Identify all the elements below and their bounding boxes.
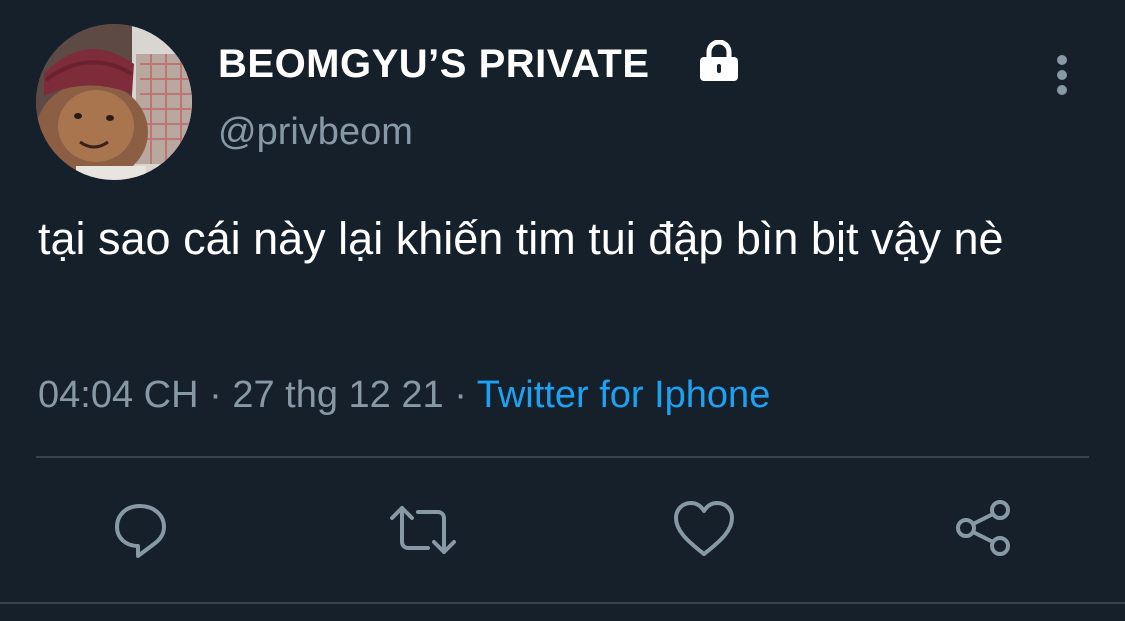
tweet-source-link[interactable]: Twitter for Iphone xyxy=(477,374,771,416)
divider xyxy=(36,456,1089,458)
retweet-icon xyxy=(390,506,456,554)
share-button[interactable] xyxy=(952,498,1016,562)
share-icon xyxy=(956,500,1010,556)
tweet-meta: 04:04 CH · 27 thg 12 21 · Twitter for Ip… xyxy=(38,374,770,417)
retweet-button[interactable] xyxy=(388,498,456,562)
tweet-text: tại sao cái này lại khiến tim tui đập bì… xyxy=(38,213,1004,264)
more-vertical-icon[interactable] xyxy=(1046,52,1078,98)
bottom-divider xyxy=(0,602,1125,604)
tweet-detail: BEOMGYU’S PRIVATE @privbeom tại sao cái … xyxy=(0,0,1125,621)
display-name[interactable]: BEOMGYU’S PRIVATE xyxy=(218,42,650,87)
avatar[interactable] xyxy=(36,24,192,180)
reply-button[interactable] xyxy=(108,498,172,562)
tweet-time: 04:04 CH xyxy=(38,374,199,416)
tweet-date: 27 thg 12 21 xyxy=(232,374,444,416)
like-button[interactable] xyxy=(672,498,736,562)
reply-icon xyxy=(115,504,166,558)
meta-separator: · xyxy=(454,374,467,416)
like-icon xyxy=(674,501,734,556)
handle[interactable]: @privbeom xyxy=(218,111,413,154)
meta-separator: · xyxy=(209,374,222,416)
lock-icon xyxy=(697,39,741,82)
profile-photo xyxy=(36,24,192,180)
